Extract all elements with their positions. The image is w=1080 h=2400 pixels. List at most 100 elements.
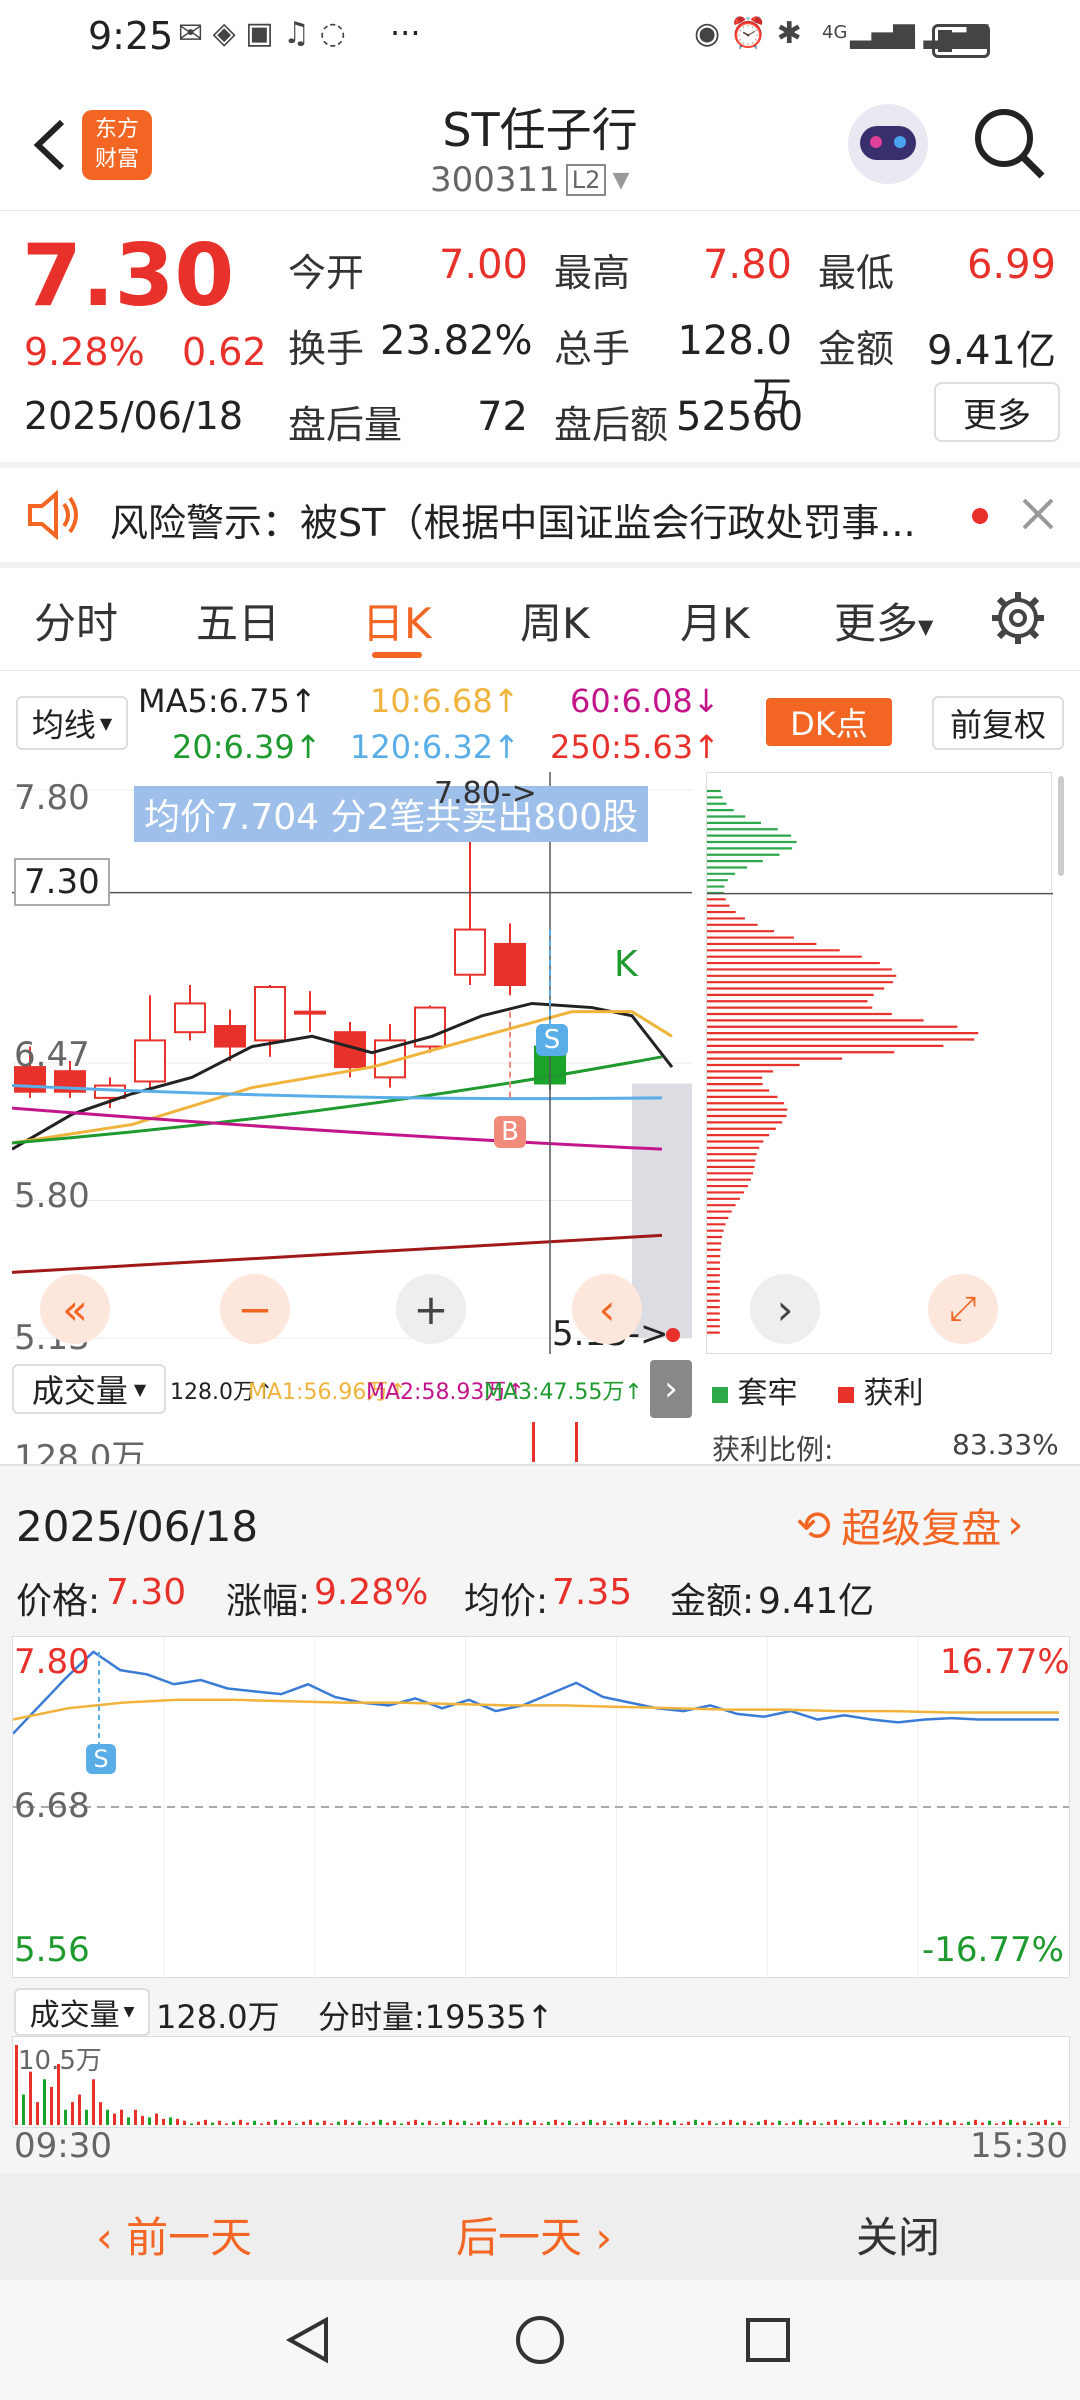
- zoom-in-button[interactable]: +: [396, 1274, 466, 1344]
- ip-volume-bar: [246, 2122, 249, 2125]
- next-day-button[interactable]: 后一天 ›: [456, 2204, 612, 2265]
- nav-home-icon[interactable]: [514, 2314, 566, 2366]
- adjust-mode-button[interactable]: 前复权: [932, 696, 1064, 750]
- ip-volume-bar: [582, 2121, 585, 2125]
- more-quote-button[interactable]: 更多: [934, 382, 1060, 442]
- turnover-label: 换手: [288, 327, 365, 371]
- logo-line2: 财富: [94, 147, 139, 172]
- stock-code-row[interactable]: 300311 L2 ▼: [430, 160, 629, 200]
- app-logo[interactable]: 东方 财富: [82, 110, 152, 180]
- legend-trapped: 套牢: [712, 1368, 798, 1412]
- robot-assistant-icon[interactable]: [848, 104, 928, 184]
- volume-selector-label: 成交量: [31, 1372, 128, 1410]
- intraday-date: 2025/06/18: [16, 1502, 259, 1551]
- ip-volume-bar: [344, 2119, 347, 2125]
- chevron-right-icon: ›: [1007, 1502, 1024, 1548]
- tab-timeshare[interactable]: 分时: [34, 590, 118, 651]
- chip-canvas: [707, 789, 1053, 1334]
- ip-volume-bar: [99, 2102, 102, 2125]
- status-dots: ···: [390, 14, 421, 52]
- back-icon[interactable]: [24, 110, 74, 180]
- dk-point-button[interactable]: DK点: [766, 698, 892, 746]
- trapped-swatch: [712, 1387, 728, 1403]
- chip-scrollbar[interactable]: [1058, 776, 1064, 876]
- ip-price-line: [12, 1650, 1059, 1735]
- ma-selector[interactable]: 均线 ▼: [16, 696, 128, 750]
- ip-volume-bar: [904, 2119, 907, 2125]
- ma60-value: 60:6.08↓: [570, 682, 720, 720]
- step-back-button[interactable]: ‹: [572, 1274, 642, 1344]
- ip-volume-bar: [855, 2123, 858, 2125]
- candle-body: [174, 1002, 206, 1034]
- ip-volume-bar: [862, 2121, 865, 2125]
- stock-code: 300311: [430, 160, 560, 200]
- open-label: 今开: [288, 251, 365, 295]
- volume-indicator-selector[interactable]: 成交量 ▼: [12, 1364, 166, 1414]
- ip-avg-label: 均价:: [464, 1581, 549, 1622]
- ip-volume-bar: [617, 2121, 620, 2125]
- ip-volume-bar: [995, 2123, 998, 2125]
- ip-volume-bar: [386, 2122, 389, 2125]
- ip-amount-value: 9.41亿: [758, 1581, 875, 1622]
- next-day-label: 后一天: [456, 2213, 583, 2262]
- ip-volume-bar: [176, 2118, 179, 2125]
- tab-monthly-k[interactable]: 月K: [680, 590, 750, 651]
- ip-volume-bar: [281, 2122, 284, 2125]
- ip-volume-bar: [1016, 2122, 1019, 2125]
- ip-volume-selector[interactable]: 成交量 ▼: [14, 1988, 150, 2036]
- ip-volume-bar: [1051, 2122, 1054, 2125]
- close-banner-icon[interactable]: [1018, 494, 1058, 534]
- buy-marker[interactable]: B: [494, 1116, 526, 1148]
- tab-five-day[interactable]: 五日: [196, 590, 280, 651]
- profit-ratio-value: 83.33%: [952, 1428, 1059, 1461]
- previous-day-button[interactable]: ‹ 前一天: [96, 2204, 252, 2265]
- tab-weekly-k[interactable]: 周K: [520, 590, 590, 651]
- ip-volume-bar: [638, 2120, 641, 2125]
- ip-y-mid: 6.68: [14, 1786, 90, 1826]
- unread-dot: [972, 508, 988, 524]
- candle-body: [134, 1039, 166, 1083]
- k-chart[interactable]: [11, 772, 692, 1354]
- intraday-chart[interactable]: [12, 1636, 1070, 1978]
- bottom-action-bar: ‹ 前一天 后一天 › 关闭: [0, 2174, 1080, 2282]
- ip-volume-bar: [694, 2119, 697, 2125]
- risk-banner[interactable]: 风险警示：被ST（根据中国证监会行政处罚事...: [0, 468, 1080, 562]
- ip-volume-bar: [540, 2123, 543, 2125]
- ip-volume-bar: [267, 2121, 270, 2125]
- nav-recents-icon[interactable]: [744, 2316, 792, 2364]
- ip-volume-bar: [722, 2121, 725, 2125]
- tab-daily-k[interactable]: 日K: [362, 590, 432, 651]
- fast-backward-button[interactable]: «: [40, 1274, 110, 1344]
- ip-volume-bar: [967, 2121, 970, 2125]
- close-replay-button[interactable]: 关闭: [856, 2204, 940, 2265]
- ip-volume-bar: [981, 2122, 984, 2125]
- zoom-out-button[interactable]: −: [220, 1274, 290, 1344]
- ip-volume-bar: [113, 2113, 116, 2125]
- ip-change-value: 9.28%: [314, 1572, 429, 1613]
- expand-indicator-button[interactable]: ›: [650, 1360, 692, 1418]
- nav-back-icon[interactable]: [282, 2314, 334, 2366]
- network-label: 4G: [822, 22, 848, 43]
- settings-gear-icon[interactable]: [990, 590, 1046, 646]
- sell-marker[interactable]: S: [536, 1024, 568, 1056]
- turnover-value: 23.82%: [380, 318, 533, 364]
- tab-more[interactable]: 更多▼: [834, 590, 933, 651]
- ip-volume-bar: [148, 2117, 151, 2125]
- ip-volume-bar: [806, 2122, 809, 2125]
- open-value: 7.00: [438, 242, 528, 288]
- ip-volume-bar: [197, 2121, 200, 2125]
- intraday-volume-chart[interactable]: [12, 2036, 1070, 2128]
- ip-volume-bar: [379, 2119, 382, 2125]
- super-replay-button[interactable]: ⟲ 超级复盘 ›: [796, 1496, 1023, 1554]
- ip-volume-bar: [575, 2123, 578, 2125]
- chevron-left-icon: ‹: [96, 2213, 113, 2262]
- ip-volume-bar: [596, 2122, 599, 2125]
- amount-value: 9.41亿: [926, 328, 1056, 374]
- search-icon[interactable]: [970, 104, 1050, 184]
- high-label: 最高: [554, 251, 631, 295]
- ip-volume-bar: [162, 2118, 165, 2125]
- chip-distribution: [706, 772, 1053, 1354]
- amount-label: 金额: [818, 327, 895, 371]
- caret-down-icon: ▼: [918, 614, 934, 639]
- ip-sell-marker[interactable]: S: [86, 1744, 116, 1774]
